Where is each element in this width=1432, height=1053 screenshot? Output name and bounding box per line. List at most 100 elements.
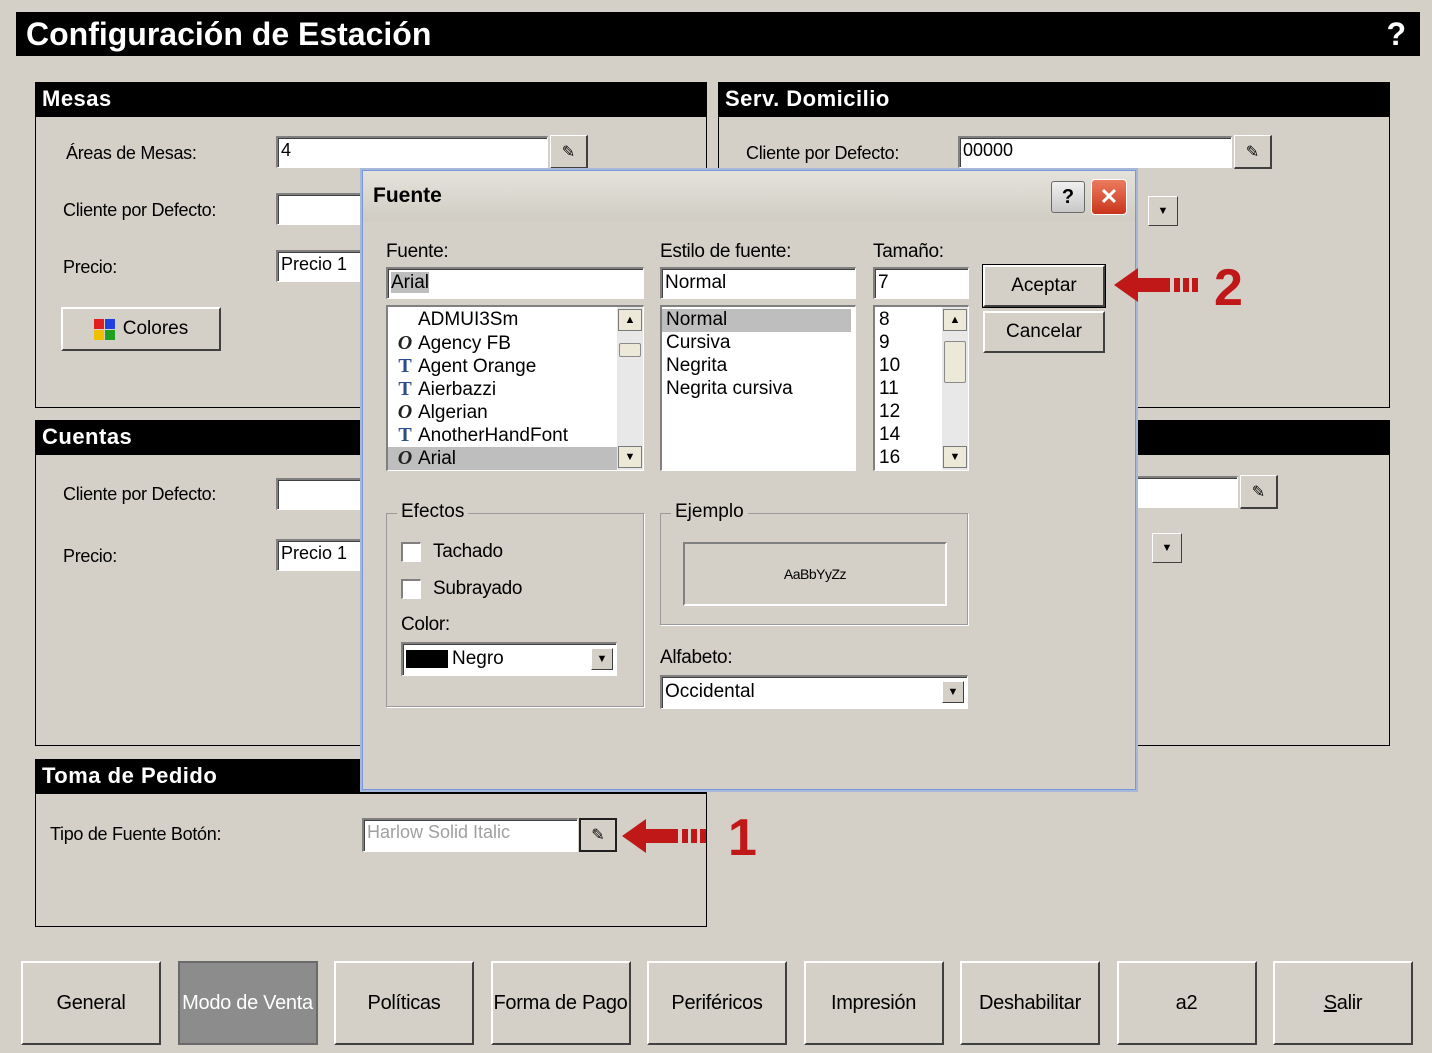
scroll-down-button[interactable]: ▼ [943, 446, 967, 468]
cuentas-cliente-input[interactable] [276, 478, 376, 510]
effects-group: Efectos Tachado Subrayado Color: Negro ▼ [386, 501, 644, 707]
areas-keyboard-button[interactable]: ✎ [550, 135, 588, 169]
font-name: Agent Orange [418, 356, 537, 377]
opentype-icon: O [397, 401, 413, 423]
areas-input[interactable]: 4 [276, 136, 548, 168]
tab-deshabilitar[interactable]: Deshabilitar [960, 961, 1100, 1045]
colores-button[interactable]: Colores [61, 307, 221, 351]
font-input[interactable]: Arial [386, 267, 644, 299]
chevron-down-icon: ▼ [1161, 542, 1173, 554]
domicilio-cliente-label: Cliente por Defecto: [746, 143, 900, 163]
underline-checkbox[interactable] [401, 579, 421, 599]
keyboard-icon: ✎ [1245, 143, 1260, 161]
tab-forma-de-pago[interactable]: Forma de Pago [490, 961, 631, 1045]
sample-label: Ejemplo [671, 501, 748, 523]
chevron-down-icon: ▼ [947, 686, 959, 698]
size-list[interactable]: 8 9 10 11 12 14 16 ▲ ▼ [873, 305, 969, 471]
tab-a2[interactable]: a2 [1116, 961, 1257, 1045]
style-list[interactable]: Normal Cursiva Negrita Negrita cursiva [660, 305, 856, 471]
dialog-title-bar: Fuente [363, 171, 1135, 221]
font-list-item[interactable]: O Arial [388, 447, 643, 470]
mesas-precio-label: Precio: [63, 257, 117, 277]
font-list-item[interactable]: T AnotherHandFont [388, 424, 643, 447]
keyboard-icon: ✎ [591, 827, 605, 844]
palette-icon [93, 318, 115, 340]
mesas-title: Mesas [36, 83, 706, 117]
sample-preview: AaBbYyZz [683, 542, 947, 606]
scroll-up-button[interactable]: ▲ [943, 309, 967, 331]
style-list-item[interactable]: Negrita cursiva [662, 378, 851, 401]
scroll-up-button[interactable]: ▲ [618, 309, 642, 331]
script-select[interactable]: Occidental ▼ [660, 675, 968, 709]
annotation-number-2: 2 [1214, 259, 1243, 317]
annotation-number-1: 1 [728, 809, 757, 867]
keyboard-icon: ✎ [1251, 483, 1266, 501]
font-scroll-thumb[interactable] [619, 343, 641, 357]
font-name: AnotherHandFont [418, 425, 568, 446]
window-title-bar: Configuración de Estación ? [16, 12, 1420, 56]
strike-checkbox[interactable] [401, 542, 421, 562]
dialog-help-button[interactable]: ? [1051, 181, 1085, 213]
font-name: ADMUI3Sm [418, 309, 519, 330]
font-list-item[interactable]: ADMUI3Sm [388, 309, 643, 332]
mesas-cliente-input[interactable] [276, 193, 376, 225]
font-list-item[interactable]: T Aierbazzi [388, 378, 643, 401]
color-dropdown-arrow[interactable]: ▼ [591, 648, 613, 670]
font-list[interactable]: ADMUI3Sm O Agency FB T Agent Orange T Aierbazz… [386, 305, 644, 471]
size-input[interactable]: 7 [873, 267, 969, 299]
domicilio-cliente-input[interactable]: 00000 [958, 136, 1232, 168]
style-list-item[interactable]: Negrita [662, 355, 851, 378]
size-scrollbar[interactable]: ▲ ▼ [942, 307, 968, 470]
chevron-down-icon: ▼ [624, 451, 636, 463]
cuentas-dropdown-arrow[interactable]: ▼ [1152, 533, 1182, 563]
color-label: Color: [401, 614, 450, 635]
domicilio-dropdown-arrow[interactable]: ▼ [1148, 196, 1178, 226]
mesas-precio-select[interactable]: Precio 1 [276, 250, 376, 282]
size-scroll-thumb[interactable] [944, 341, 966, 383]
style-items: Normal Cursiva Negrita Negrita cursiva [662, 307, 855, 401]
tab-perifericos[interactable]: Periféricos [647, 961, 787, 1045]
font-list-item[interactable]: O Agency FB [388, 332, 643, 355]
font-input-text: Arial [391, 272, 430, 293]
color-select[interactable]: Negro ▼ [401, 642, 617, 676]
cuentas-keyboard-button[interactable]: ✎ [1240, 475, 1278, 509]
font-list-item[interactable]: O Algerian [388, 401, 643, 424]
opentype-icon: O [397, 332, 413, 354]
dialog-close-button[interactable]: ✕ [1091, 179, 1127, 215]
help-button[interactable]: ? [1386, 12, 1406, 56]
font-list-item[interactable]: T Agent Orange [388, 355, 643, 378]
tab-politicas[interactable]: Políticas [334, 961, 474, 1045]
pedido-fuente-label: Tipo de Fuente Botón: [50, 824, 222, 844]
truetype-icon: T [398, 378, 412, 400]
style-list-item[interactable]: Normal [662, 309, 851, 332]
cuentas-precio-select[interactable]: Precio 1 [276, 539, 376, 571]
font-items: ADMUI3Sm O Agency FB T Agent Orange T Aierbazz… [388, 307, 643, 470]
window-title: Configuración de Estación [26, 16, 432, 52]
cancel-button[interactable]: Cancelar [983, 311, 1105, 353]
chevron-up-icon: ▲ [949, 314, 961, 326]
tab-salir[interactable]: Salir [1273, 961, 1413, 1045]
font-name: Aierbazzi [418, 379, 497, 400]
cuentas-precio-label: Precio: [63, 546, 117, 566]
accept-button[interactable]: Aceptar [982, 264, 1106, 308]
script-label: Alfabeto: [660, 647, 733, 668]
tab-impresion[interactable]: Impresión [803, 961, 944, 1045]
pedido-fuente-button[interactable]: ✎ [579, 818, 617, 852]
tab-general[interactable]: General [21, 961, 161, 1045]
pedido-fuente-input[interactable]: Harlow Solid Italic [362, 818, 578, 852]
style-list-item[interactable]: Cursiva [662, 332, 851, 355]
truetype-icon: T [398, 355, 412, 377]
chevron-up-icon: ▲ [624, 314, 636, 326]
strike-label: Tachado [433, 541, 503, 562]
style-input[interactable]: Normal [660, 267, 856, 299]
tab-modo-de-venta[interactable]: Modo de Venta [177, 961, 318, 1045]
scroll-down-button[interactable]: ▼ [618, 446, 642, 468]
style-label: Estilo de fuente: [660, 241, 792, 262]
font-scrollbar[interactable]: ▲ ▼ [617, 307, 643, 470]
cuentas-cliente-label: Cliente por Defecto: [63, 484, 217, 504]
opentype-icon: O [397, 447, 413, 469]
cuentas-right-input[interactable] [1134, 476, 1238, 508]
script-dropdown-arrow[interactable]: ▼ [942, 681, 964, 703]
domicilio-keyboard-button[interactable]: ✎ [1234, 135, 1272, 169]
color-value: Negro [452, 648, 504, 669]
